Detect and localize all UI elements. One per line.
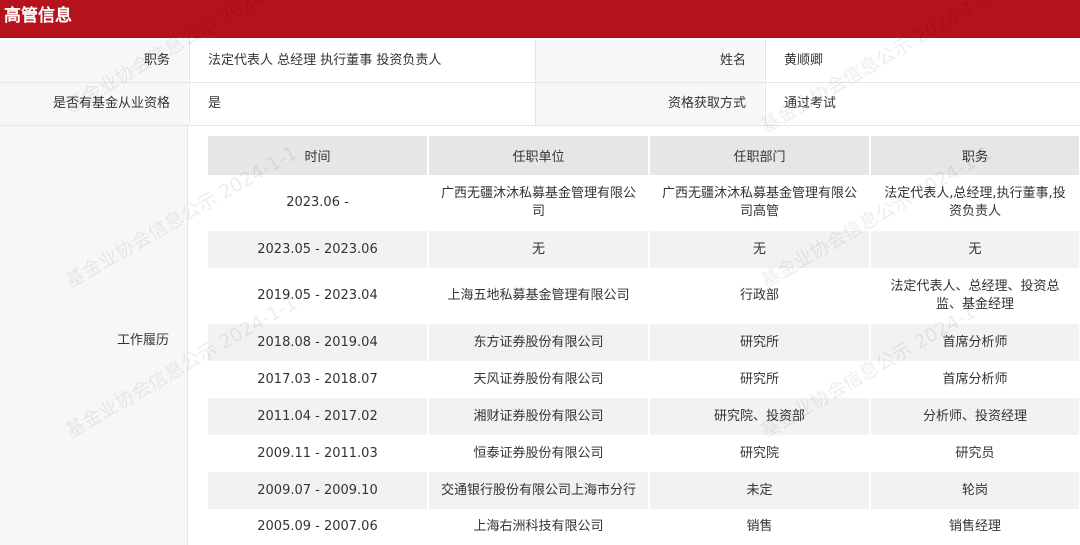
cell-department: 行政部 (649, 268, 871, 324)
qualification-value: 是 (189, 83, 534, 125)
cell-department: 销售 (649, 509, 871, 545)
table-row: 2023.05 - 2023.06 无 无 无 (208, 231, 1080, 268)
table-row: 2018.08 - 2019.04 东方证券股份有限公司 研究所 首席分析师 (208, 324, 1080, 361)
column-header-department: 任职部门 (649, 136, 871, 175)
cell-position: 分析师、投资经理 (870, 398, 1080, 435)
table-row: 2005.09 - 2007.06 上海右洲科技有限公司 销售 销售经理 (208, 509, 1080, 545)
cell-time: 2019.05 - 2023.04 (208, 268, 429, 324)
work-history-table: 时间 任职单位 任职部门 职务 2023.06 - 广西无疆沐沐私募基金管理有限… (208, 136, 1080, 545)
position-value: 法定代表人 总经理 执行董事 投资负责人 (189, 40, 534, 82)
cell-position: 销售经理 (870, 509, 1080, 545)
cell-company: 上海右洲科技有限公司 (428, 509, 650, 545)
cell-company: 恒泰证券股份有限公司 (428, 435, 650, 472)
cell-position: 首席分析师 (870, 361, 1080, 398)
cell-time: 2017.03 - 2018.07 (208, 361, 429, 398)
section-header: 高管信息 (0, 0, 1080, 38)
cell-company: 东方证券股份有限公司 (428, 324, 650, 361)
cell-department: 研究院、投资部 (649, 398, 871, 435)
work-history-section: 工作履历 时间 任职单位 任职部门 职务 2023.06 - 广西无疆沐沐私募基… (0, 126, 1080, 545)
cell-position: 无 (870, 231, 1080, 268)
table-header-row: 时间 任职单位 任职部门 职务 (208, 136, 1080, 175)
column-header-position: 职务 (870, 136, 1080, 175)
name-label: 姓名 (535, 40, 764, 82)
info-row-qualification: 是否有基金从业资格 是 资格获取方式 通过考试 (0, 83, 1080, 126)
cell-company: 天风证券股份有限公司 (428, 361, 650, 398)
position-label: 职务 (0, 40, 188, 82)
method-label: 资格获取方式 (535, 83, 764, 125)
cell-department: 研究所 (649, 324, 871, 361)
qualification-label: 是否有基金从业资格 (0, 83, 188, 125)
cell-time: 2009.07 - 2009.10 (208, 472, 429, 509)
info-row-position: 职务 法定代表人 总经理 执行董事 投资负责人 姓名 黄顺卿 (0, 40, 1080, 83)
cell-position: 研究员 (870, 435, 1080, 472)
section-title: 高管信息 (4, 6, 72, 26)
cell-company: 湘财证券股份有限公司 (428, 398, 650, 435)
cell-position: 法定代表人,总经理,执行董事,投资负责人 (870, 175, 1080, 231)
table-row: 2011.04 - 2017.02 湘财证券股份有限公司 研究院、投资部 分析师… (208, 398, 1080, 435)
cell-position: 法定代表人、总经理、投资总监、基金经理 (870, 268, 1080, 324)
cell-department: 广西无疆沐沐私募基金管理有限公司高管 (649, 175, 871, 231)
cell-time: 2023.06 - (208, 175, 429, 231)
cell-department: 研究院 (649, 435, 871, 472)
table-row: 2023.06 - 广西无疆沐沐私募基金管理有限公司 广西无疆沐沐私募基金管理有… (208, 175, 1080, 231)
cell-company: 上海五地私募基金管理有限公司 (428, 268, 650, 324)
table-row: 2009.11 - 2011.03 恒泰证券股份有限公司 研究院 研究员 (208, 435, 1080, 472)
column-header-time: 时间 (208, 136, 429, 175)
table-row: 2019.05 - 2023.04 上海五地私募基金管理有限公司 行政部 法定代… (208, 268, 1080, 324)
cell-company: 交通银行股份有限公司上海市分行 (428, 472, 650, 509)
cell-position: 轮岗 (870, 472, 1080, 509)
cell-department: 未定 (649, 472, 871, 509)
name-value: 黄顺卿 (765, 40, 1080, 82)
table-row: 2009.07 - 2009.10 交通银行股份有限公司上海市分行 未定 轮岗 (208, 472, 1080, 509)
cell-time: 2009.11 - 2011.03 (208, 435, 429, 472)
cell-time: 2005.09 - 2007.06 (208, 509, 429, 545)
method-value: 通过考试 (765, 83, 1080, 125)
cell-time: 2023.05 - 2023.06 (208, 231, 429, 268)
table-row: 2017.03 - 2018.07 天风证券股份有限公司 研究所 首席分析师 (208, 361, 1080, 398)
cell-time: 2011.04 - 2017.02 (208, 398, 429, 435)
cell-company: 无 (428, 231, 650, 268)
column-header-company: 任职单位 (428, 136, 650, 175)
cell-time: 2018.08 - 2019.04 (208, 324, 429, 361)
work-history-label: 工作履历 (0, 126, 188, 545)
cell-department: 研究所 (649, 361, 871, 398)
cell-company: 广西无疆沐沐私募基金管理有限公司 (428, 175, 650, 231)
cell-position: 首席分析师 (870, 324, 1080, 361)
cell-department: 无 (649, 231, 871, 268)
